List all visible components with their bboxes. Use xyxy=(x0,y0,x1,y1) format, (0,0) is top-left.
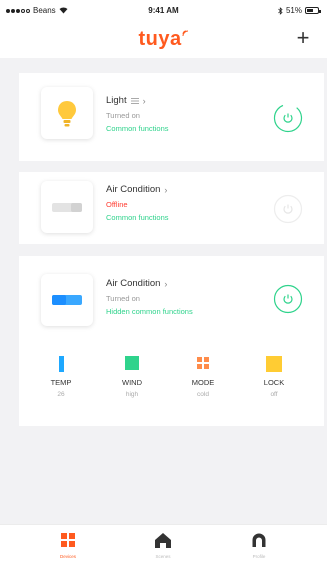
device-card-ac-on[interactable]: Air Condition › Turned on Hidden common … xyxy=(19,256,324,426)
chevron-right-icon: › xyxy=(164,184,168,195)
bluetooth-icon xyxy=(278,6,283,15)
add-device-button[interactable]: + xyxy=(291,26,315,50)
control-mode[interactable]: MODE cold xyxy=(178,354,228,398)
control-label: TEMP xyxy=(50,378,72,387)
quick-controls: TEMP 26 WIND high MODE cold LOCK off xyxy=(19,354,324,414)
power-button[interactable] xyxy=(273,103,303,133)
power-icon xyxy=(273,103,303,133)
devices-icon xyxy=(38,531,98,549)
logo-signal-icon xyxy=(182,30,188,37)
tab-label: Devices xyxy=(59,554,76,559)
device-status: Turned on xyxy=(106,111,140,120)
tab-bar: Devices Scenes Profile xyxy=(0,524,327,567)
bulb-icon xyxy=(58,101,76,127)
battery-percent: 51% xyxy=(285,6,302,15)
profile-icon xyxy=(252,533,266,547)
battery-icon xyxy=(305,7,321,14)
control-label: WIND xyxy=(122,378,142,387)
control-label: MODE xyxy=(191,378,215,387)
control-value: cold xyxy=(197,391,209,398)
common-functions-link[interactable]: Common functions xyxy=(106,124,169,133)
home-icon xyxy=(155,533,171,548)
mode-icon xyxy=(178,354,228,374)
control-label: LOCK xyxy=(263,378,285,387)
control-value: high xyxy=(125,391,139,398)
device-status: Turned on xyxy=(106,294,140,303)
device-group-icon xyxy=(130,97,139,104)
device-thumbnail xyxy=(41,181,93,233)
control-temp[interactable]: TEMP 26 xyxy=(36,354,86,398)
power-button[interactable] xyxy=(273,194,303,224)
device-info: Light › Turned on Common functions xyxy=(106,95,169,133)
device-name: Air Condition xyxy=(106,278,161,289)
chevron-right-icon: › xyxy=(164,278,168,289)
tab-profile[interactable]: Profile xyxy=(229,531,289,559)
device-name-row[interactable]: Light › xyxy=(106,95,169,106)
power-button[interactable] xyxy=(273,284,303,314)
device-name-row[interactable]: Air Condition › xyxy=(106,184,169,195)
control-wind[interactable]: WIND high xyxy=(107,354,157,398)
tab-scenes[interactable]: Scenes xyxy=(133,531,193,559)
ac-unit-icon xyxy=(52,295,82,305)
device-info: Air Condition › Offline Common functions xyxy=(106,184,169,222)
status-right: 51% xyxy=(278,6,321,15)
control-lock[interactable]: LOCK off xyxy=(249,354,299,398)
power-icon xyxy=(273,194,303,224)
device-thumbnail xyxy=(41,87,93,139)
device-name: Air Condition xyxy=(106,184,161,195)
device-card-ac-offline[interactable]: Air Condition › Offline Common functions xyxy=(19,172,324,244)
logo-text: tuya xyxy=(138,28,182,50)
common-functions-link[interactable]: Common functions xyxy=(106,213,169,222)
wind-icon xyxy=(107,354,157,374)
status-bar: Beans 9:41 AM 51% xyxy=(0,0,327,22)
device-name: Light xyxy=(106,95,127,106)
ac-unit-icon xyxy=(52,203,82,212)
tab-label: Scenes xyxy=(155,554,171,559)
control-value: 26 xyxy=(57,391,65,398)
device-name-row[interactable]: Air Condition › xyxy=(106,278,193,289)
control-value: off xyxy=(270,391,278,398)
device-card-light[interactable]: Light › Turned on Common functions xyxy=(19,73,324,161)
power-icon xyxy=(273,284,303,314)
nav-bar: tuya + xyxy=(0,22,327,58)
temp-icon xyxy=(36,354,86,374)
device-info: Air Condition › Turned on Hidden common … xyxy=(106,278,193,316)
tab-devices[interactable]: Devices xyxy=(38,531,98,559)
lock-icon xyxy=(249,354,299,374)
hidden-common-functions-link[interactable]: Hidden common functions xyxy=(106,307,193,316)
device-thumbnail xyxy=(41,274,93,326)
tab-label: Profile xyxy=(252,554,266,559)
tuya-logo: tuya xyxy=(0,28,327,51)
chevron-right-icon: › xyxy=(142,95,146,106)
device-status: Offline xyxy=(106,200,128,209)
